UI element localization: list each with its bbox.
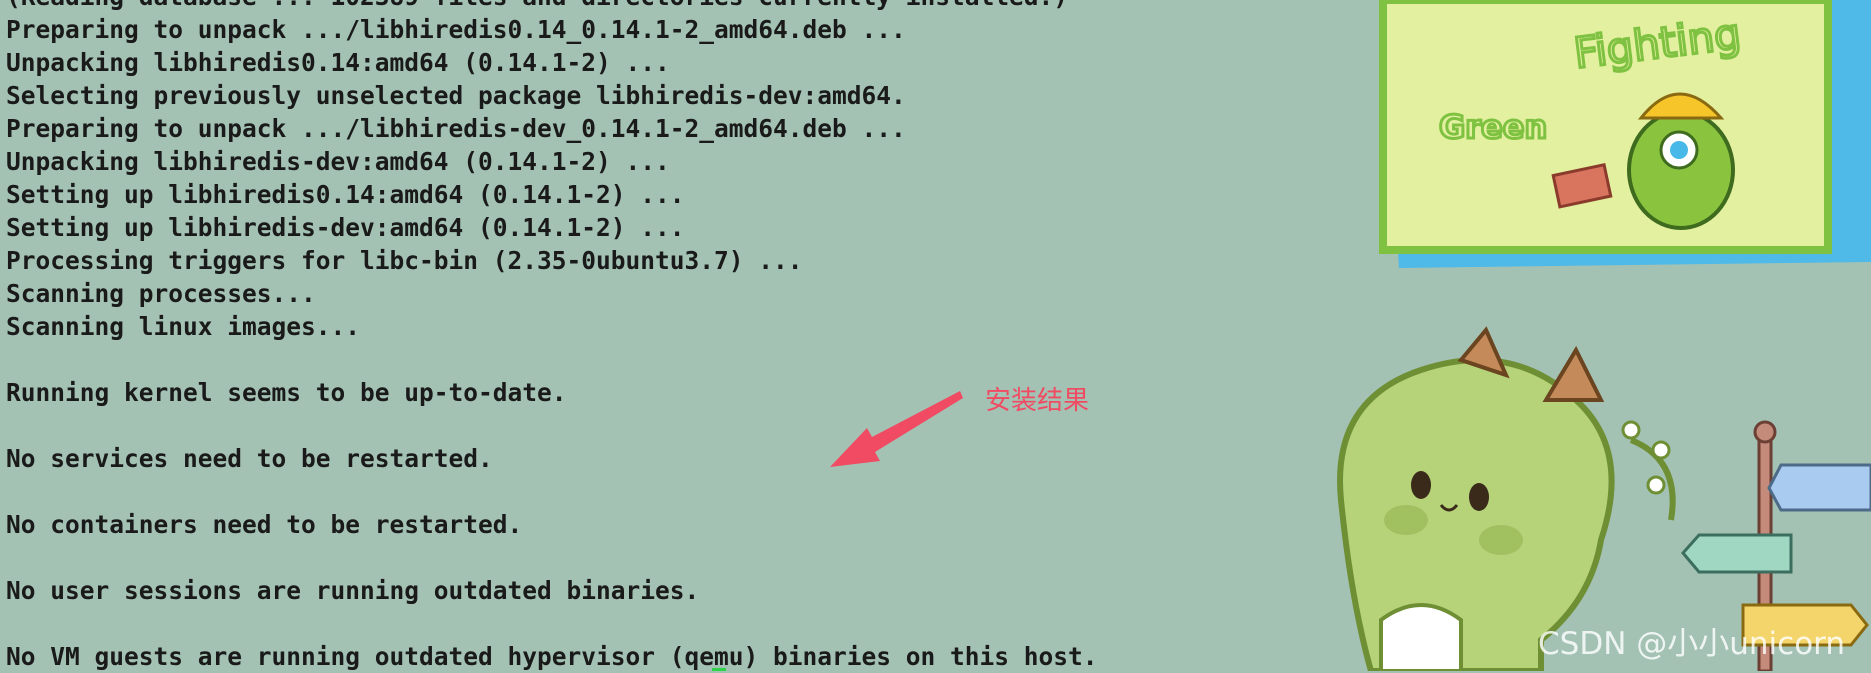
terminal-line: Unpacking libhiredis0.14:amd64 (0.14.1-2… xyxy=(6,48,670,77)
terminal-line: No VM guests are running outdated hyperv… xyxy=(6,642,1098,671)
terminal-line: Running kernel seems to be up-to-date. xyxy=(6,378,567,407)
terminal-line: No containers need to be restarted. xyxy=(6,510,523,539)
dragon-eye-right xyxy=(1469,483,1489,511)
annotation-arrow-icon xyxy=(830,391,963,467)
terminal-line: Unpacking libhiredis-dev:amd64 (0.14.1-2… xyxy=(6,147,670,176)
terminal-line: Selecting previously unselected package … xyxy=(6,81,906,110)
dragon-eye-left xyxy=(1411,471,1431,499)
terminal-line: Preparing to unpack .../libhiredis0.14_0… xyxy=(6,15,906,44)
terminal-line: Scanning processes... xyxy=(6,279,316,308)
terminal-line: No user sessions are running outdated bi… xyxy=(6,576,700,605)
terminal-line: Scanning linux images... xyxy=(6,312,361,341)
terminal-line: Setting up libhiredis-dev:amd64 (0.14.1-… xyxy=(6,213,685,242)
terminal-line: Processing triggers for libc-bin (2.35-0… xyxy=(6,246,803,275)
annotation-label: 安装结果 xyxy=(985,386,1090,416)
terminal-line: Preparing to unpack .../libhiredis-dev_0… xyxy=(6,114,906,143)
terminal-line: (Reading database ... 102389 files and d… xyxy=(6,0,1306,13)
sign-green xyxy=(1681,533,1793,574)
sign-blue xyxy=(1767,463,1871,512)
sticker-text-green: Green xyxy=(1439,108,1547,146)
terminal-line: No services need to be restarted. xyxy=(6,444,493,473)
terminal-line: Setting up libhiredis0.14:amd64 (0.14.1-… xyxy=(6,180,685,209)
monster-body xyxy=(1627,110,1735,230)
dragon-horn-right xyxy=(1542,345,1605,402)
terminal-output: (Reading database ... 102389 files and d… xyxy=(6,0,1306,673)
wallpaper-illustration: Fighting Green xyxy=(1337,0,1871,671)
csdn-watermark: CSDN @小小unicorn xyxy=(1538,626,1846,662)
